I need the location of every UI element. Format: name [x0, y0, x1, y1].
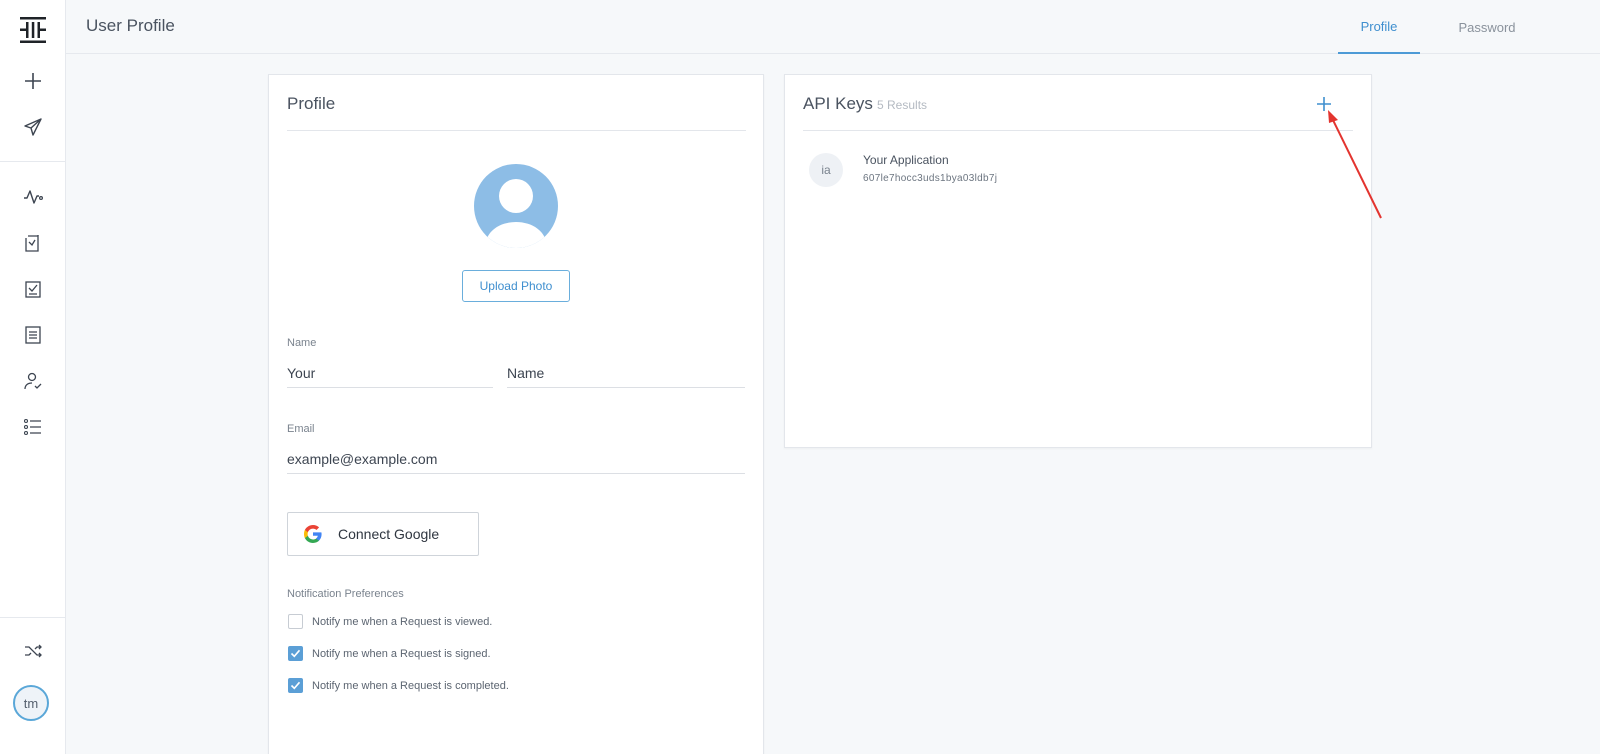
user-avatar[interactable]: tm	[13, 685, 49, 721]
api-keys-card: API Keys 5 Results ia Your Application 6…	[784, 74, 1372, 448]
google-icon	[304, 525, 322, 543]
profile-photo	[474, 164, 558, 248]
api-keys-count: 5 Results	[877, 98, 928, 112]
logo-icon	[20, 17, 46, 43]
page-title: User Profile	[86, 16, 175, 35]
first-name-input[interactable]	[287, 358, 493, 388]
name-label: Name	[287, 337, 317, 349]
user-check-icon	[24, 372, 42, 390]
sidebar-item-send[interactable]	[0, 107, 66, 147]
email-input[interactable]	[287, 444, 745, 474]
plus-icon	[25, 73, 41, 89]
sidebar-item-switch[interactable]	[0, 631, 66, 671]
activity-icon	[24, 190, 43, 204]
card-divider	[287, 130, 746, 131]
pref-viewed[interactable]: Notify me when a Request is viewed.	[288, 614, 492, 629]
sidebar-item-new[interactable]	[0, 61, 66, 101]
upload-photo-button[interactable]: Upload Photo	[462, 270, 570, 302]
last-name-input[interactable]	[507, 358, 745, 388]
pref-viewed-label: Notify me when a Request is viewed.	[312, 615, 493, 628]
sidebar-divider	[0, 617, 66, 618]
top-bar: User Profile Profile Password	[66, 0, 1600, 54]
sidebar-item-uploads[interactable]	[0, 223, 66, 263]
profile-card: Profile Upload Photo Name Email Connect …	[268, 74, 764, 754]
user-avatar-initials: tm	[23, 695, 39, 711]
check-icon	[290, 649, 301, 658]
document-lines-icon	[25, 326, 41, 344]
email-label: Email	[287, 423, 315, 435]
add-api-key-button[interactable]	[1309, 89, 1339, 119]
sidebar-divider	[0, 161, 66, 162]
api-key-row[interactable]: ia Your Application 607le7hocc3uds1bya03…	[809, 151, 1349, 193]
pref-signed-checkbox[interactable]	[288, 646, 303, 661]
document-upload-icon	[25, 235, 39, 252]
sidebar-item-completed[interactable]	[0, 269, 66, 309]
tab-password[interactable]: Password	[1438, 0, 1536, 54]
paper-plane-icon	[24, 118, 42, 136]
sidebar-item-list[interactable]	[0, 407, 66, 447]
sidebar-item-contacts[interactable]	[0, 361, 66, 401]
profile-card-title: Profile	[287, 94, 336, 113]
sidebar-item-documents[interactable]	[0, 315, 66, 355]
plus-icon	[1317, 97, 1331, 111]
api-key-avatar: ia	[809, 153, 843, 187]
tab-profile[interactable]: Profile	[1338, 0, 1420, 54]
list-icon	[23, 418, 41, 436]
api-key-name: Your Application	[863, 153, 949, 167]
notification-preferences-label: Notification Preferences	[287, 588, 404, 600]
pref-signed-label: Notify me when a Request is signed.	[312, 647, 491, 660]
shuffle-icon	[25, 644, 42, 658]
card-divider	[803, 130, 1353, 131]
connect-google-label: Connect Google	[338, 526, 440, 542]
user-silhouette-icon	[486, 179, 546, 248]
pref-completed-checkbox[interactable]	[288, 678, 303, 693]
check-icon	[290, 681, 301, 690]
pref-viewed-checkbox[interactable]	[288, 614, 303, 629]
logo[interactable]	[0, 10, 66, 50]
pref-completed-label: Notify me when a Request is completed.	[312, 679, 509, 692]
connect-google-button[interactable]: Connect Google	[287, 512, 479, 556]
api-key-value: 607le7hocc3uds1bya03ldb7j	[863, 173, 998, 184]
pref-signed[interactable]: Notify me when a Request is signed.	[288, 646, 491, 661]
document-check-icon	[25, 281, 41, 298]
sidebar: tm	[0, 0, 66, 754]
pref-completed[interactable]: Notify me when a Request is completed.	[288, 678, 509, 693]
api-keys-title: API Keys	[803, 94, 873, 113]
sidebar-item-activity[interactable]	[0, 177, 66, 217]
